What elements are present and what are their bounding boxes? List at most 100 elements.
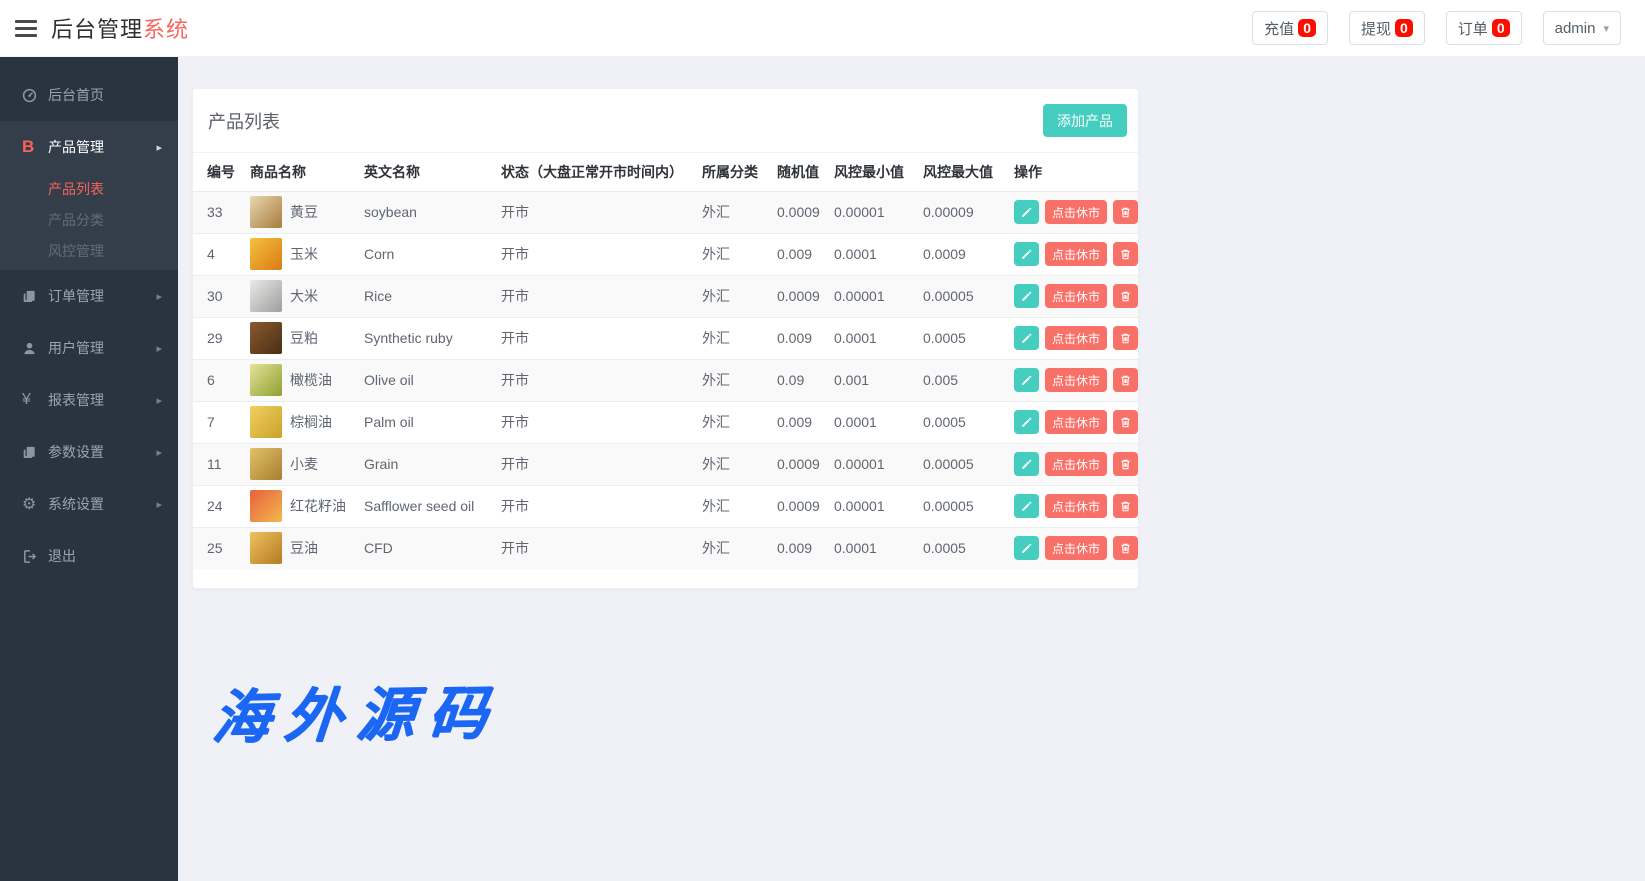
cell-status: 开市 bbox=[487, 317, 688, 359]
cell-id: 25 bbox=[193, 527, 236, 569]
cell-risk-min: 0.001 bbox=[820, 359, 909, 401]
table-body: 33黄豆soybean开市外汇0.00090.000010.00009点击休市4… bbox=[193, 191, 1138, 569]
cell-risk-max: 0.005 bbox=[909, 359, 1000, 401]
cell-category: 外汇 bbox=[688, 359, 763, 401]
edit-button[interactable] bbox=[1014, 452, 1039, 476]
sidebar-item-system[interactable]: ⚙系统设置▸ bbox=[0, 478, 178, 530]
sidebar-item-orders[interactable]: 订单管理▸ bbox=[0, 270, 178, 322]
edit-button[interactable] bbox=[1014, 242, 1039, 266]
suspend-market-button[interactable]: 点击休市 bbox=[1045, 284, 1107, 308]
cell-random: 0.009 bbox=[763, 401, 820, 443]
suspend-market-button[interactable]: 点击休市 bbox=[1045, 242, 1107, 266]
cell-random: 0.0009 bbox=[763, 443, 820, 485]
product-name: 红花籽油 bbox=[290, 496, 346, 516]
topnav-withdraw-button[interactable]: 提现0 bbox=[1349, 11, 1425, 45]
sidebar-item-params[interactable]: 参数设置▸ bbox=[0, 426, 178, 478]
sidebar-item-label: 参数设置 bbox=[48, 442, 156, 462]
cell-id: 6 bbox=[193, 359, 236, 401]
topnav-label: 充值 bbox=[1264, 18, 1294, 39]
delete-button[interactable] bbox=[1113, 284, 1138, 308]
cell-en-name: Corn bbox=[350, 233, 487, 275]
delete-button[interactable] bbox=[1113, 410, 1138, 434]
cell-id: 4 bbox=[193, 233, 236, 275]
cell-operations: 点击休市 bbox=[1000, 191, 1138, 233]
cell-operations: 点击休市 bbox=[1000, 527, 1138, 569]
table-row: 33黄豆soybean开市外汇0.00090.000010.00009点击休市 bbox=[193, 191, 1138, 233]
product-image bbox=[250, 280, 282, 312]
user-menu-button[interactable]: admin▾ bbox=[1543, 11, 1621, 45]
edit-button[interactable] bbox=[1014, 410, 1039, 434]
cell-risk-max: 0.00009 bbox=[909, 191, 1000, 233]
edit-button[interactable] bbox=[1014, 200, 1039, 224]
delete-button[interactable] bbox=[1113, 200, 1138, 224]
cell-status: 开市 bbox=[487, 527, 688, 569]
suspend-market-button[interactable]: 点击休市 bbox=[1045, 452, 1107, 476]
suspend-market-button[interactable]: 点击休市 bbox=[1045, 368, 1107, 392]
cell-product: 豆粕 bbox=[236, 317, 350, 359]
sidebar-subitem-product-category[interactable]: 产品分类 bbox=[0, 204, 178, 235]
sidebar-subitem-risk-management[interactable]: 风控管理 bbox=[0, 235, 178, 266]
cell-risk-min: 0.0001 bbox=[820, 317, 909, 359]
documents-icon bbox=[22, 445, 48, 460]
cell-status: 开市 bbox=[487, 443, 688, 485]
watermark-text: 海外源码 bbox=[209, 665, 505, 754]
sidebar-item-home[interactable]: 后台首页 bbox=[0, 69, 178, 121]
edit-button[interactable] bbox=[1014, 494, 1039, 518]
chevron-right-icon: ▸ bbox=[156, 141, 162, 154]
edit-button[interactable] bbox=[1014, 284, 1039, 308]
count-badge: 0 bbox=[1298, 19, 1316, 37]
cell-category: 外汇 bbox=[688, 443, 763, 485]
edit-button[interactable] bbox=[1014, 326, 1039, 350]
cell-category: 外汇 bbox=[688, 233, 763, 275]
sidebar-subitem-label: 产品列表 bbox=[48, 179, 104, 199]
card-header: 产品列表 添加产品 bbox=[193, 89, 1138, 153]
cell-id: 29 bbox=[193, 317, 236, 359]
suspend-market-button[interactable]: 点击休市 bbox=[1045, 326, 1107, 350]
sidebar-item-logout[interactable]: 退出 bbox=[0, 530, 178, 582]
cell-risk-min: 0.00001 bbox=[820, 485, 909, 527]
cell-operations: 点击休市 bbox=[1000, 401, 1138, 443]
cell-status: 开市 bbox=[487, 401, 688, 443]
cell-product: 大米 bbox=[236, 275, 350, 317]
table-row: 6橄榄油Olive oil开市外汇0.090.0010.005点击休市 bbox=[193, 359, 1138, 401]
delete-button[interactable] bbox=[1113, 536, 1138, 560]
cell-operations: 点击休市 bbox=[1000, 359, 1138, 401]
product-name: 豆油 bbox=[290, 538, 318, 558]
suspend-market-button[interactable]: 点击休市 bbox=[1045, 494, 1107, 518]
sidebar-subitem-product-list[interactable]: 产品列表 bbox=[0, 173, 178, 204]
menu-toggle-icon[interactable] bbox=[15, 16, 39, 41]
suspend-market-button[interactable]: 点击休市 bbox=[1045, 410, 1107, 434]
delete-button[interactable] bbox=[1113, 452, 1138, 476]
chevron-right-icon: ▸ bbox=[156, 342, 162, 355]
table-header-row: 编号商品名称英文名称状态（大盘正常开市时间内）所属分类随机值风控最小值风控最大值… bbox=[193, 153, 1138, 191]
topnav-recharge-button[interactable]: 充值0 bbox=[1252, 11, 1328, 45]
add-product-button[interactable]: 添加产品 bbox=[1043, 104, 1127, 137]
table-row: 7棕榈油Palm oil开市外汇0.0090.00010.0005点击休市 bbox=[193, 401, 1138, 443]
sidebar-subitem-label: 产品分类 bbox=[48, 210, 104, 230]
sidebar-item-users[interactable]: 用户管理▸ bbox=[0, 322, 178, 374]
suspend-market-button[interactable]: 点击休市 bbox=[1045, 200, 1107, 224]
topnav-orders-button[interactable]: 订单0 bbox=[1446, 11, 1522, 45]
sidebar-nav: 后台首页B产品管理▸产品列表产品分类风控管理订单管理▸用户管理▸¥报表管理▸参数… bbox=[0, 69, 178, 582]
edit-button[interactable] bbox=[1014, 536, 1039, 560]
sidebar-item-products[interactable]: B产品管理▸ bbox=[0, 121, 178, 173]
cell-id: 7 bbox=[193, 401, 236, 443]
delete-button[interactable] bbox=[1113, 326, 1138, 350]
cell-en-name: Grain bbox=[350, 443, 487, 485]
cell-operations: 点击休市 bbox=[1000, 233, 1138, 275]
product-name: 大米 bbox=[290, 286, 318, 306]
cell-en-name: Synthetic ruby bbox=[350, 317, 487, 359]
suspend-market-button[interactable]: 点击休市 bbox=[1045, 536, 1107, 560]
cell-product: 红花籽油 bbox=[236, 485, 350, 527]
product-image bbox=[250, 196, 282, 228]
cell-random: 0.009 bbox=[763, 527, 820, 569]
sidebar-item-label: 用户管理 bbox=[48, 338, 156, 358]
delete-button[interactable] bbox=[1113, 242, 1138, 266]
cell-random: 0.009 bbox=[763, 317, 820, 359]
product-image bbox=[250, 364, 282, 396]
delete-button[interactable] bbox=[1113, 368, 1138, 392]
sidebar-item-label: 退出 bbox=[48, 546, 162, 566]
delete-button[interactable] bbox=[1113, 494, 1138, 518]
edit-button[interactable] bbox=[1014, 368, 1039, 392]
sidebar-item-reports[interactable]: ¥报表管理▸ bbox=[0, 374, 178, 426]
